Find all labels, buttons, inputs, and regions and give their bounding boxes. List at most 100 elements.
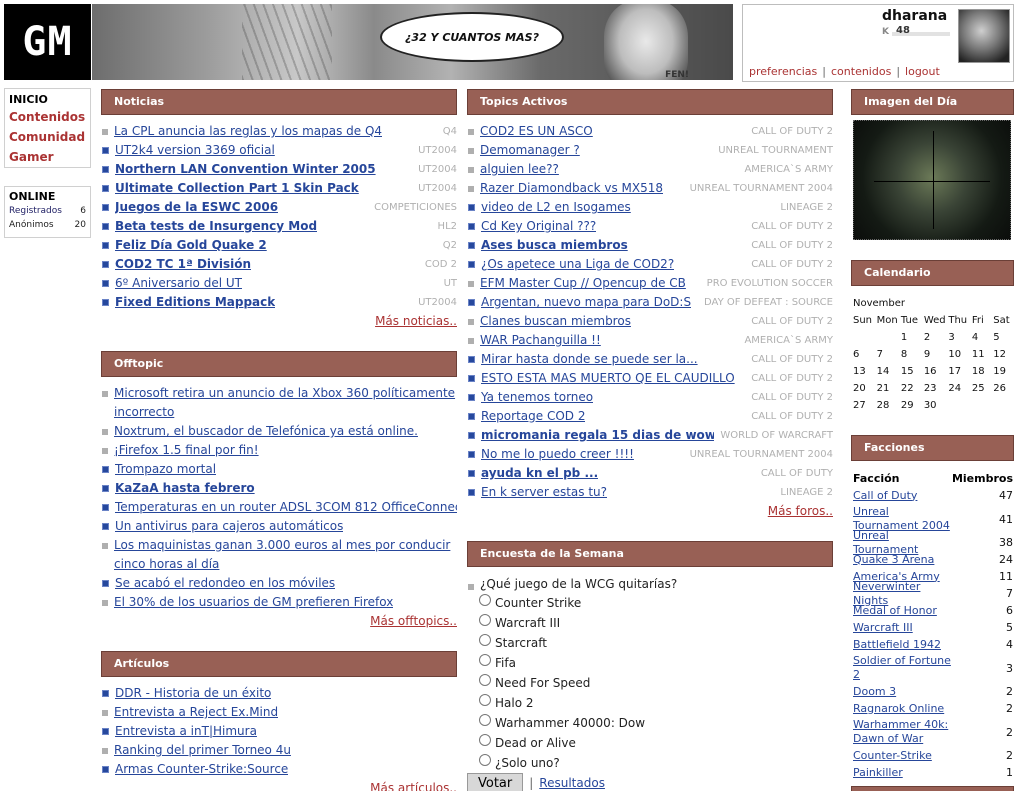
poll-option[interactable]: Warcraft III (467, 613, 833, 633)
calendar-day[interactable]: 14 (877, 363, 901, 380)
calendar-day[interactable]: 22 (901, 380, 924, 397)
faction-link[interactable]: Warcraft III (853, 621, 953, 635)
calendar-day[interactable]: 25 (972, 380, 993, 397)
item-link[interactable]: Reportage COD 2 (481, 407, 585, 426)
item-link[interactable]: Ya tenemos torneo (481, 388, 593, 407)
faction-link[interactable]: Battlefield 1942 (853, 638, 953, 652)
results-link[interactable]: Resultados (539, 776, 605, 790)
item-link[interactable]: Mirar hasta donde se puede ser la... (481, 350, 698, 369)
item-link[interactable]: Entrevista a inT|Himura (115, 722, 257, 741)
item-link[interactable]: Ases busca miembros (481, 236, 628, 255)
item-link[interactable]: micromania regala 15 dias de wow (481, 426, 714, 445)
item-link[interactable]: Los maquinistas ganan 3.000 euros al mes… (114, 536, 457, 574)
vote-button[interactable]: Votar (467, 773, 524, 791)
item-link[interactable]: Temperaturas en un router ADSL 3COM 812 … (115, 498, 457, 517)
more-forums-link[interactable]: Más foros.. (768, 504, 833, 518)
poll-option[interactable]: Warhammer 40000: Dow (467, 713, 833, 733)
faction-link[interactable]: Soldier of Fortune 2 (853, 654, 953, 682)
radio-button[interactable] (479, 674, 491, 686)
item-link[interactable]: 6º Aniversario del UT (115, 274, 242, 293)
item-link[interactable]: KaZaA hasta febrero (115, 479, 255, 498)
more-articles-link[interactable]: Más artículos.. (370, 781, 457, 791)
calendar-day[interactable]: 18 (972, 363, 993, 380)
calendar-day[interactable]: 7 (877, 346, 901, 363)
menu-item-comunidad[interactable]: Comunidad (9, 127, 86, 147)
contents-link[interactable]: contenidos (831, 65, 891, 78)
item-link[interactable]: WAR Pachanguilla !! (480, 331, 601, 350)
more-offtopic-link[interactable]: Más offtopics.. (370, 614, 457, 628)
calendar-day[interactable]: 16 (924, 363, 949, 380)
menu-item-gamer[interactable]: Gamer (9, 147, 86, 167)
item-link[interactable]: Fixed Editions Mappack (115, 293, 275, 312)
registered-link[interactable]: Registrados (9, 204, 62, 218)
menu-item-contenidos[interactable]: Contenidos (9, 107, 86, 127)
item-link[interactable]: Feliz Día Gold Quake 2 (115, 236, 267, 255)
calendar-day[interactable]: 26 (993, 380, 1016, 397)
item-link[interactable]: EFM Master Cup // Opencup de CB (480, 274, 686, 293)
calendar-day[interactable]: 21 (877, 380, 901, 397)
radio-button[interactable] (479, 634, 491, 646)
item-link[interactable]: ¡Firefox 1.5 final por fin! (114, 441, 259, 460)
radio-button[interactable] (479, 654, 491, 666)
more-news-link[interactable]: Más noticias.. (375, 314, 457, 328)
calendar-day[interactable]: 30 (924, 397, 949, 414)
item-link[interactable]: Se acabó el redondeo en los móviles (115, 574, 335, 593)
faction-link[interactable]: Medal of Honor (853, 604, 953, 618)
item-link[interactable]: Microsoft retira un anuncio de la Xbox 3… (114, 384, 457, 422)
calendar-day[interactable]: 2 (924, 329, 949, 346)
calendar-day[interactable]: 8 (901, 346, 924, 363)
poll-option[interactable]: Fifa (467, 653, 833, 673)
item-link[interactable]: ¿Os apetece una Liga de COD2? (481, 255, 674, 274)
site-logo[interactable]: GM (4, 4, 91, 80)
faction-link[interactable]: Ragnarok Online (853, 702, 953, 716)
faction-link[interactable]: Doom 3 (853, 685, 953, 699)
radio-button[interactable] (479, 754, 491, 766)
calendar-day[interactable]: 29 (901, 397, 924, 414)
radio-button[interactable] (479, 694, 491, 706)
item-link[interactable]: Entrevista a Reject Ex.Mind (114, 703, 278, 722)
poll-option[interactable]: Need For Speed (467, 673, 833, 693)
poll-option[interactable]: ¿Solo uno? (467, 753, 833, 773)
faction-link[interactable]: Painkiller (853, 766, 953, 780)
radio-button[interactable] (479, 594, 491, 606)
item-link[interactable]: En k server estas tu? (481, 483, 607, 502)
avatar[interactable] (958, 9, 1010, 63)
item-link[interactable]: Demomanager ? (480, 141, 580, 160)
calendar-day[interactable]: 27 (853, 397, 877, 414)
calendar-day[interactable]: 20 (853, 380, 877, 397)
faction-link[interactable]: Warhammer 40k: Dawn of War (853, 718, 953, 746)
item-link[interactable]: alguien lee?? (480, 160, 559, 179)
item-link[interactable]: video de L2 en Isogames (481, 198, 631, 217)
item-link[interactable]: ayuda kn el pb ... (481, 464, 598, 483)
item-link[interactable]: Trompazo mortal (115, 460, 216, 479)
calendar-day[interactable]: 17 (948, 363, 972, 380)
logout-link[interactable]: logout (905, 65, 940, 78)
calendar-day[interactable]: 28 (877, 397, 901, 414)
radio-button[interactable] (479, 734, 491, 746)
radio-button[interactable] (479, 614, 491, 626)
item-link[interactable]: No me lo puedo creer !!!! (481, 445, 634, 464)
item-link[interactable]: ESTO ESTA MAS MUERTO QE EL CAUDILLO (481, 369, 735, 388)
item-link[interactable]: Un antivirus para cajeros automáticos (115, 517, 343, 536)
calendar-day[interactable]: 24 (948, 380, 972, 397)
calendar-day[interactable]: 23 (924, 380, 949, 397)
calendar-day[interactable]: 11 (972, 346, 993, 363)
image-of-day[interactable] (853, 120, 1011, 240)
poll-option[interactable]: Counter Strike (467, 593, 833, 613)
item-link[interactable]: Armas Counter-Strike:Source (115, 760, 288, 779)
calendar-day[interactable]: 6 (853, 346, 877, 363)
item-link[interactable]: Argentan, nuevo mapa para DoD:S (481, 293, 691, 312)
item-link[interactable]: Cd Key Original ??? (481, 217, 596, 236)
faction-link[interactable]: Counter-Strike (853, 749, 953, 763)
item-link[interactable]: Northern LAN Convention Winter 2005 (115, 160, 376, 179)
calendar-day[interactable]: 15 (901, 363, 924, 380)
calendar-day[interactable]: 1 (901, 329, 924, 346)
calendar-day[interactable]: 9 (924, 346, 949, 363)
item-link[interactable]: Juegos de la ESWC 2006 (115, 198, 278, 217)
item-link[interactable]: COD2 ES UN ASCO (480, 122, 593, 141)
faction-link[interactable]: Quake 3 Arena (853, 553, 953, 567)
item-link[interactable]: UT2k4 version 3369 oficial (115, 141, 275, 160)
calendar-day[interactable]: 4 (972, 329, 993, 346)
item-link[interactable]: Ultimate Collection Part 1 Skin Pack (115, 179, 359, 198)
item-link[interactable]: Ranking del primer Torneo 4u (114, 741, 291, 760)
